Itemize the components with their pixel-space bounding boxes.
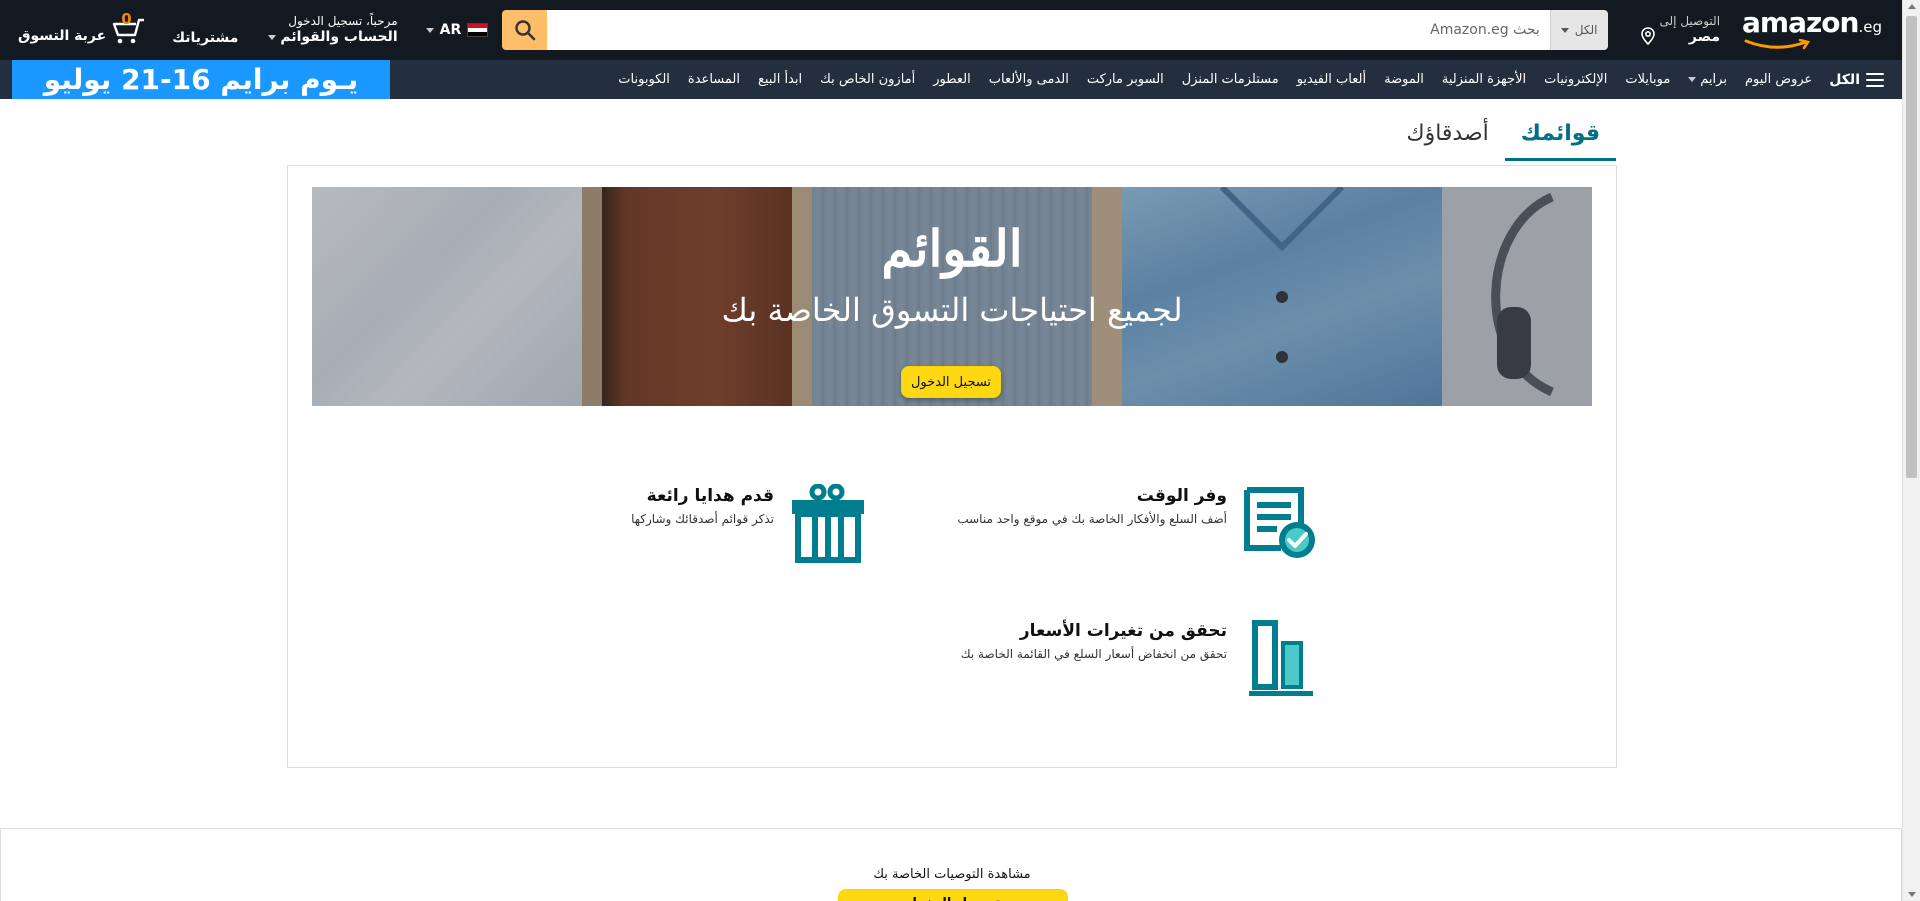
- nav-bar: الكل عروض اليوم برايم موبايلات الإلكترون…: [0, 60, 1902, 99]
- nav-item-coupons[interactable]: الكوبونات: [609, 72, 679, 87]
- recommendations-text: مشاهدة التوصيات الخاصة بك: [873, 867, 1031, 882]
- cart-label: عربة التسوق: [18, 28, 107, 44]
- nav-item-supermarket[interactable]: السوبر ماركت: [1078, 72, 1173, 87]
- search-bar: الكل: [502, 10, 1608, 50]
- cart-button[interactable]: 0 عربة التسوق: [10, 10, 152, 46]
- search-icon: [515, 20, 536, 41]
- deliver-label: التوصيل إلى: [1659, 14, 1721, 28]
- deliver-to[interactable]: التوصيل إلى مصر: [1632, 14, 1729, 46]
- orders-link[interactable]: مشترياتك: [164, 14, 246, 46]
- gift-icon: [792, 484, 864, 563]
- chevron-down-icon: [425, 27, 434, 33]
- nav-item-start-selling[interactable]: ابدأ البيع: [749, 72, 811, 87]
- nav-item-mobiles[interactable]: موبايلات: [1616, 72, 1679, 87]
- prime-day-banner[interactable]: يـوم برايم 16-21 يوليو: [12, 60, 390, 99]
- feature-save-time: وفر الوقت أضف السلع والأفكار الخاصة بك ف…: [957, 484, 1321, 564]
- search-input[interactable]: [547, 10, 1550, 50]
- nav-item-electronics[interactable]: الإلكترونيات: [1535, 72, 1616, 87]
- location-pin-icon: [1640, 27, 1655, 45]
- scrollbar-thumb[interactable]: [1906, 16, 1917, 478]
- scroll-down-arrow-icon[interactable]: [1908, 892, 1916, 897]
- nav-item-todays-deals[interactable]: عروض اليوم: [1736, 72, 1821, 87]
- feature-save-time-desc: أضف السلع والأفكار الخاصة بك في موقع واح…: [957, 512, 1227, 526]
- nav-item-perfumes[interactable]: العطور: [924, 72, 980, 87]
- feature-save-time-title: وفر الوقت: [1136, 486, 1227, 506]
- hamburger-menu-icon: [1866, 72, 1884, 87]
- logo-smile-icon: [1744, 39, 1811, 50]
- feature-gifts-title: قدم هدايا رائعة: [646, 486, 774, 506]
- checklist-icon: [1244, 487, 1315, 558]
- feature-gifts-desc: تذكر قوائم أصدقائك وشاركها: [631, 512, 774, 526]
- page-scrollbar[interactable]: [1902, 0, 1920, 901]
- feature-price-changes-title: تحقق من تغيرات الأسعار: [1019, 621, 1227, 641]
- feature-price-changes: تحقق من تغيرات الأسعار تحقق من انخفاض أس…: [961, 619, 1321, 699]
- account-menu[interactable]: مرحباً، تسجيل الدخول الحساب والقوائم: [260, 14, 405, 46]
- recommendations-card: مشاهدة التوصيات الخاصة بك تسجيل الدخول: [0, 828, 1902, 901]
- amazon-logo[interactable]: amazon.eg: [1734, 5, 1890, 55]
- nav-all-label: الكل: [1829, 71, 1860, 88]
- account-lists-label: الحساب والقوائم: [280, 29, 398, 45]
- lists-tabs: قوائمك أصدقاؤك: [1390, 113, 1616, 161]
- nav-item-toys[interactable]: الدمى والألعاب: [980, 72, 1078, 87]
- top-header: amazon.eg التوصيل إلى مصر الكل بحث Amazo…: [0, 0, 1902, 60]
- nav-item-prime-label: برايم: [1700, 72, 1727, 87]
- nav-item-home-supplies[interactable]: مستلزمات المنزل: [1173, 72, 1288, 87]
- deliver-country: مصر: [1688, 29, 1721, 45]
- cart-count: 0: [121, 10, 132, 28]
- feature-price-changes-desc: تحقق من انخفاض أسعار السلع في القائمة ال…: [960, 647, 1227, 661]
- recommendations-sign-in-button[interactable]: تسجيل الدخول: [838, 889, 1068, 901]
- scroll-up-arrow-icon[interactable]: [1908, 4, 1916, 9]
- nav-item-video-games[interactable]: ألعاب الفيديو: [1288, 72, 1375, 87]
- language-selector[interactable]: AR: [420, 22, 495, 38]
- account-greeting: مرحباً، تسجيل الدخول: [288, 14, 398, 28]
- logo-text: amazon: [1742, 6, 1859, 39]
- nav-item-prime[interactable]: برايم: [1679, 72, 1736, 87]
- tab-your-friends[interactable]: أصدقاؤك: [1390, 113, 1504, 161]
- search-button[interactable]: [502, 10, 548, 50]
- hero-title: القوائم: [881, 219, 1023, 278]
- nav-item-fashion[interactable]: الموضة: [1375, 72, 1433, 87]
- logo-tld: .eg: [1858, 18, 1882, 36]
- search-category-dropdown[interactable]: الكل: [1549, 10, 1608, 50]
- hero-sign-in-button[interactable]: تسجيل الدخول: [901, 366, 1001, 398]
- nav-item-help[interactable]: المساعدة: [679, 72, 749, 87]
- feature-gifts: قدم هدايا رائعة تذكر قوائم أصدقائك وشارك…: [631, 484, 868, 564]
- search-category-label: الكل: [1574, 23, 1598, 37]
- lists-hero-banner: القوائم لجميع احتياجات التسوق الخاصة بك …: [312, 187, 1592, 406]
- egypt-flag-icon: [467, 23, 489, 37]
- tab-your-lists[interactable]: قوائمك: [1504, 113, 1616, 161]
- nav-all-menu[interactable]: الكل: [1821, 72, 1892, 88]
- chevron-down-icon: [1560, 27, 1569, 33]
- bar-chart-icon: [1249, 620, 1313, 696]
- nav-item-home-appliances[interactable]: الأجهزة المنزلية: [1433, 72, 1535, 87]
- chevron-down-icon: [268, 34, 277, 40]
- nav-item-your-amazon[interactable]: أمازون الخاص بك: [811, 72, 924, 87]
- hero-subtitle: لجميع احتياجات التسوق الخاصة بك: [721, 291, 1183, 329]
- chevron-down-icon: [1688, 77, 1697, 82]
- lists-intro-card: القوائم لجميع احتياجات التسوق الخاصة بك …: [287, 165, 1617, 768]
- language-code: AR: [439, 22, 462, 38]
